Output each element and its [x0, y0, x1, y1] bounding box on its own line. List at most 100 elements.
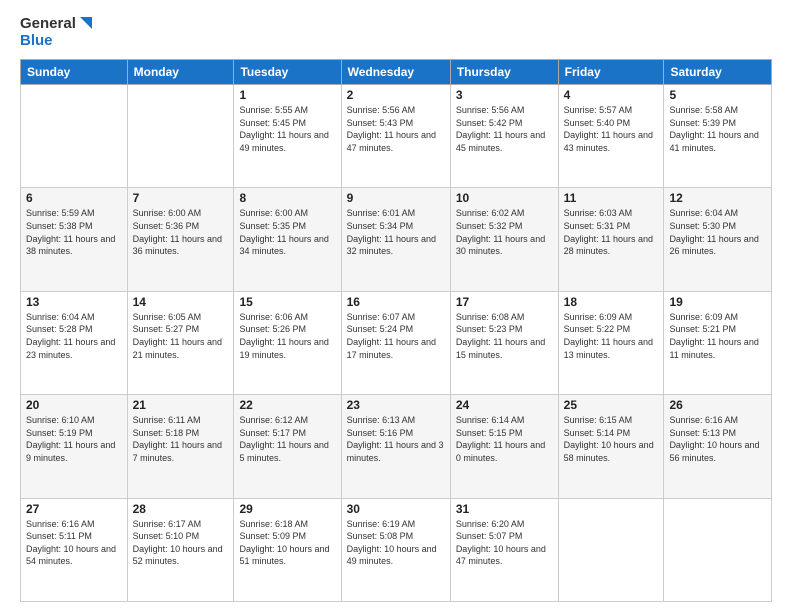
cell-detail: Sunrise: 5:57 AMSunset: 5:40 PMDaylight:… [564, 104, 659, 154]
cell-detail: Sunrise: 5:56 AMSunset: 5:42 PMDaylight:… [456, 104, 553, 154]
cell-detail: Sunrise: 6:16 AMSunset: 5:11 PMDaylight:… [26, 518, 122, 568]
weekday-header-sunday: Sunday [21, 60, 128, 85]
calendar-cell: 4 Sunrise: 5:57 AMSunset: 5:40 PMDaylight… [558, 85, 664, 188]
calendar-cell [127, 85, 234, 188]
cell-detail: Sunrise: 5:58 AMSunset: 5:39 PMDaylight:… [669, 104, 766, 154]
cell-detail: Sunrise: 6:18 AMSunset: 5:09 PMDaylight:… [239, 518, 335, 568]
weekday-header-wednesday: Wednesday [341, 60, 450, 85]
day-number: 30 [347, 502, 445, 516]
logo-arrow-icon [78, 17, 92, 31]
calendar-cell: 17 Sunrise: 6:08 AMSunset: 5:23 PMDayligh… [450, 291, 558, 394]
calendar-cell: 27Sunrise: 6:16 AMSunset: 5:11 PMDayligh… [21, 498, 128, 601]
cell-detail: Sunrise: 6:07 AMSunset: 5:24 PMDaylight:… [347, 311, 445, 361]
weekday-header-friday: Friday [558, 60, 664, 85]
day-number: 17 [456, 295, 553, 309]
day-number: 4 [564, 88, 659, 102]
calendar-table: SundayMondayTuesdayWednesdayThursdayFrid… [20, 59, 772, 602]
day-number: 26 [669, 398, 766, 412]
cell-detail: Sunrise: 6:00 AMSunset: 5:35 PMDaylight:… [239, 207, 335, 257]
cell-detail: Sunrise: 6:04 AMSunset: 5:28 PMDaylight:… [26, 311, 122, 361]
day-number: 22 [239, 398, 335, 412]
day-number: 1 [239, 88, 335, 102]
calendar-cell: 3 Sunrise: 5:56 AMSunset: 5:42 PMDaylight… [450, 85, 558, 188]
cell-detail: Sunrise: 6:11 AMSunset: 5:18 PMDaylight:… [133, 414, 229, 464]
weekday-header-row: SundayMondayTuesdayWednesdayThursdayFrid… [21, 60, 772, 85]
day-number: 12 [669, 191, 766, 205]
day-number: 29 [239, 502, 335, 516]
day-number: 7 [133, 191, 229, 205]
day-number: 20 [26, 398, 122, 412]
cell-detail: Sunrise: 5:56 AMSunset: 5:43 PMDaylight:… [347, 104, 445, 154]
calendar-cell: 10 Sunrise: 6:02 AMSunset: 5:32 PMDayligh… [450, 188, 558, 291]
day-number: 16 [347, 295, 445, 309]
calendar-cell: 22 Sunrise: 6:12 AMSunset: 5:17 PMDayligh… [234, 395, 341, 498]
calendar-cell: 21Sunrise: 6:11 AMSunset: 5:18 PMDayligh… [127, 395, 234, 498]
cell-detail: Sunrise: 5:59 AMSunset: 5:38 PMDaylight:… [26, 207, 122, 257]
day-number: 28 [133, 502, 229, 516]
calendar-cell: 7 Sunrise: 6:00 AMSunset: 5:36 PMDaylight… [127, 188, 234, 291]
header: General Blue [20, 16, 772, 49]
weekday-header-thursday: Thursday [450, 60, 558, 85]
week-row-3: 13 Sunrise: 6:04 AMSunset: 5:28 PMDayligh… [21, 291, 772, 394]
calendar-cell [558, 498, 664, 601]
calendar-cell: 23 Sunrise: 6:13 AMSunset: 5:16 PMDayligh… [341, 395, 450, 498]
logo-text: General Blue [20, 16, 92, 49]
cell-detail: Sunrise: 6:06 AMSunset: 5:26 PMDaylight:… [239, 311, 335, 361]
day-number: 13 [26, 295, 122, 309]
day-number: 31 [456, 502, 553, 516]
week-row-5: 27Sunrise: 6:16 AMSunset: 5:11 PMDayligh… [21, 498, 772, 601]
calendar-cell: 1Sunrise: 5:55 AMSunset: 5:45 PMDaylight… [234, 85, 341, 188]
weekday-header-tuesday: Tuesday [234, 60, 341, 85]
calendar-cell [664, 498, 772, 601]
cell-detail: Sunrise: 6:08 AMSunset: 5:23 PMDaylight:… [456, 311, 553, 361]
day-number: 15 [239, 295, 335, 309]
cell-detail: Sunrise: 6:00 AMSunset: 5:36 PMDaylight:… [133, 207, 229, 257]
calendar-cell: 26 Sunrise: 6:16 AMSunset: 5:13 PMDayligh… [664, 395, 772, 498]
calendar-cell: 15 Sunrise: 6:06 AMSunset: 5:26 PMDayligh… [234, 291, 341, 394]
cell-detail: Sunrise: 6:05 AMSunset: 5:27 PMDaylight:… [133, 311, 229, 361]
day-number: 6 [26, 191, 122, 205]
calendar-cell: 8Sunrise: 6:00 AMSunset: 5:35 PMDaylight… [234, 188, 341, 291]
cell-detail: Sunrise: 6:16 AMSunset: 5:13 PMDaylight:… [669, 414, 766, 464]
weekday-header-monday: Monday [127, 60, 234, 85]
day-number: 10 [456, 191, 553, 205]
day-number: 23 [347, 398, 445, 412]
cell-detail: Sunrise: 6:10 AMSunset: 5:19 PMDaylight:… [26, 414, 122, 464]
day-number: 2 [347, 88, 445, 102]
cell-detail: Sunrise: 6:04 AMSunset: 5:30 PMDaylight:… [669, 207, 766, 257]
week-row-2: 6 Sunrise: 5:59 AMSunset: 5:38 PMDaylight… [21, 188, 772, 291]
cell-detail: Sunrise: 6:09 AMSunset: 5:21 PMDaylight:… [669, 311, 766, 361]
calendar-cell: 2 Sunrise: 5:56 AMSunset: 5:43 PMDaylight… [341, 85, 450, 188]
cell-detail: Sunrise: 6:12 AMSunset: 5:17 PMDaylight:… [239, 414, 335, 464]
cell-detail: Sunrise: 6:03 AMSunset: 5:31 PMDaylight:… [564, 207, 659, 257]
calendar-cell: 18Sunrise: 6:09 AMSunset: 5:22 PMDayligh… [558, 291, 664, 394]
calendar-cell: 5 Sunrise: 5:58 AMSunset: 5:39 PMDaylight… [664, 85, 772, 188]
page: General Blue SundayMondayTuesdayWednesda… [0, 0, 792, 612]
day-number: 5 [669, 88, 766, 102]
cell-detail: Sunrise: 6:14 AMSunset: 5:15 PMDaylight:… [456, 414, 553, 464]
calendar-cell: 16 Sunrise: 6:07 AMSunset: 5:24 PMDayligh… [341, 291, 450, 394]
cell-detail: Sunrise: 6:01 AMSunset: 5:34 PMDaylight:… [347, 207, 445, 257]
day-number: 3 [456, 88, 553, 102]
cell-detail: Sunrise: 6:15 AMSunset: 5:14 PMDaylight:… [564, 414, 659, 464]
calendar-cell: 28Sunrise: 6:17 AMSunset: 5:10 PMDayligh… [127, 498, 234, 601]
week-row-1: 1Sunrise: 5:55 AMSunset: 5:45 PMDaylight… [21, 85, 772, 188]
calendar-cell: 14Sunrise: 6:05 AMSunset: 5:27 PMDayligh… [127, 291, 234, 394]
weekday-header-saturday: Saturday [664, 60, 772, 85]
day-number: 11 [564, 191, 659, 205]
day-number: 19 [669, 295, 766, 309]
cell-detail: Sunrise: 6:19 AMSunset: 5:08 PMDaylight:… [347, 518, 445, 568]
calendar-cell: 11 Sunrise: 6:03 AMSunset: 5:31 PMDayligh… [558, 188, 664, 291]
calendar-cell: 24 Sunrise: 6:14 AMSunset: 5:15 PMDayligh… [450, 395, 558, 498]
calendar-cell: 13 Sunrise: 6:04 AMSunset: 5:28 PMDayligh… [21, 291, 128, 394]
cell-detail: Sunrise: 6:02 AMSunset: 5:32 PMDaylight:… [456, 207, 553, 257]
cell-detail: Sunrise: 6:20 AMSunset: 5:07 PMDaylight:… [456, 518, 553, 568]
cell-detail: Sunrise: 6:13 AMSunset: 5:16 PMDaylight:… [347, 414, 445, 464]
day-number: 24 [456, 398, 553, 412]
day-number: 25 [564, 398, 659, 412]
calendar-cell [21, 85, 128, 188]
cell-detail: Sunrise: 6:09 AMSunset: 5:22 PMDaylight:… [564, 311, 659, 361]
calendar-cell: 6 Sunrise: 5:59 AMSunset: 5:38 PMDaylight… [21, 188, 128, 291]
calendar-cell: 12 Sunrise: 6:04 AMSunset: 5:30 PMDayligh… [664, 188, 772, 291]
calendar-cell: 19 Sunrise: 6:09 AMSunset: 5:21 PMDayligh… [664, 291, 772, 394]
